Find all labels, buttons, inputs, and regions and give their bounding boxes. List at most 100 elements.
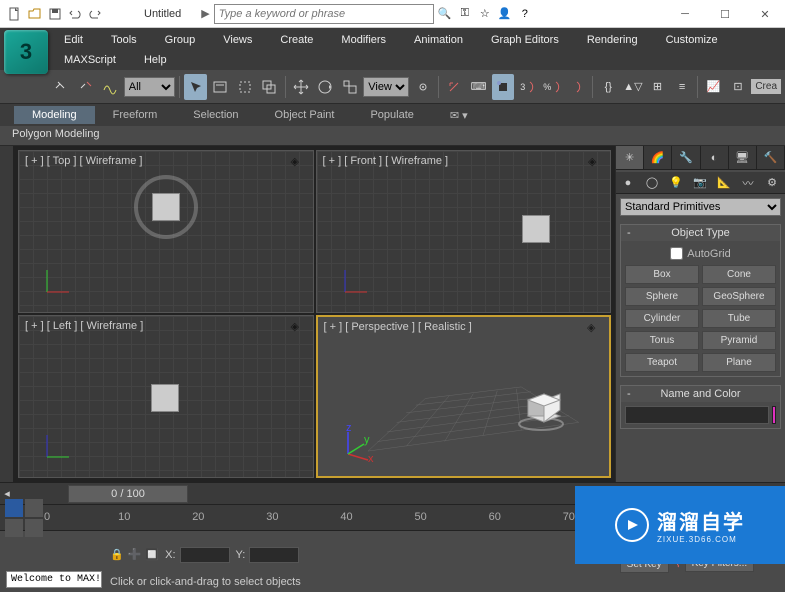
rollout-title[interactable]: -Object Type <box>621 225 780 241</box>
viewport-label[interactable]: [ + ] [ Front ] [ Wireframe ] <box>323 155 449 167</box>
link-icon[interactable] <box>50 74 73 100</box>
add-icon[interactable]: ➕ <box>128 548 142 561</box>
menu-create[interactable]: Create <box>266 30 327 50</box>
geosphere-button[interactable]: GeoSphere <box>702 287 776 306</box>
tube-button[interactable]: Tube <box>702 309 776 328</box>
layout-opt2-icon[interactable] <box>5 519 23 537</box>
unlink-icon[interactable] <box>75 74 98 100</box>
save-icon[interactable] <box>46 5 64 23</box>
lock-icon[interactable]: 🔒 <box>110 548 124 561</box>
refcoord-dropdown[interactable]: View <box>363 77 409 97</box>
undo-icon[interactable] <box>66 5 84 23</box>
create-tab-icon[interactable]: ✳ <box>616 146 644 169</box>
viewport-top[interactable]: [ + ] [ Top ] [ Wireframe ] ◈ <box>18 150 314 313</box>
helpers-icon[interactable]: 📐 <box>712 172 736 193</box>
viewcube-icon[interactable]: ◈ <box>291 155 309 173</box>
redo-icon[interactable] <box>86 5 104 23</box>
percent-snap-icon[interactable]: % <box>541 74 564 100</box>
time-slider-handle[interactable]: 0 / 100 <box>68 485 188 503</box>
utilities-tab-icon[interactable]: 🔨 <box>757 146 785 169</box>
tab-objectpaint[interactable]: Object Paint <box>257 106 353 124</box>
box-button[interactable]: Box <box>625 265 699 284</box>
schematic-icon[interactable]: ⊡ <box>727 74 750 100</box>
layout-opt3-icon[interactable] <box>25 519 43 537</box>
align-icon[interactable]: ⊞ <box>646 74 669 100</box>
user-icon[interactable]: 👤 <box>496 5 514 23</box>
spacewarps-icon[interactable]: 〰 <box>736 172 760 193</box>
viewport-label[interactable]: [ + ] [ Left ] [ Wireframe ] <box>25 320 143 332</box>
angle-snap-icon[interactable]: 3 <box>516 74 539 100</box>
select-object-icon[interactable] <box>184 74 207 100</box>
move-icon[interactable] <box>290 74 313 100</box>
app-logo-icon[interactable]: 3 <box>4 30 48 74</box>
named-selection-icon[interactable]: {} <box>597 74 620 100</box>
create-selection-label[interactable]: Crea <box>751 79 781 94</box>
layout-opt-icon[interactable] <box>25 499 43 517</box>
teapot-button[interactable]: Teapot <box>625 353 699 372</box>
star-icon[interactable]: ☆ <box>476 5 494 23</box>
menu-modifiers[interactable]: Modifiers <box>327 30 400 50</box>
viewport-front[interactable]: [ + ] [ Front ] [ Wireframe ] ◈ <box>316 150 612 313</box>
rotate-icon[interactable] <box>314 74 337 100</box>
cylinder-button[interactable]: Cylinder <box>625 309 699 328</box>
window-crossing-icon[interactable] <box>258 74 281 100</box>
menu-group[interactable]: Group <box>151 30 210 50</box>
menu-help[interactable]: Help <box>130 50 181 70</box>
display-tab-icon[interactable]: 🖥 <box>729 146 757 169</box>
open-file-icon[interactable] <box>26 5 44 23</box>
tab-populate[interactable]: Populate <box>352 106 431 124</box>
modify-tab-icon[interactable]: 🌈 <box>644 146 672 169</box>
category-dropdown[interactable]: Standard Primitives <box>620 198 781 216</box>
close-button[interactable]: ✕ <box>745 0 785 28</box>
maximize-button[interactable]: ☐ <box>705 0 745 28</box>
help-search-input[interactable] <box>214 4 434 24</box>
cone-button[interactable]: Cone <box>702 265 776 284</box>
layout-quad-icon[interactable] <box>5 499 23 517</box>
select-region-icon[interactable] <box>233 74 256 100</box>
menu-edit[interactable]: Edit <box>50 30 97 50</box>
tab-modeling[interactable]: Modeling <box>14 106 95 124</box>
viewcube-icon[interactable]: ◈ <box>587 321 605 339</box>
menu-animation[interactable]: Animation <box>400 30 477 50</box>
curve-editor-icon[interactable]: 📈 <box>702 74 725 100</box>
lights-icon[interactable]: 💡 <box>664 172 688 193</box>
sphere-button[interactable]: Sphere <box>625 287 699 306</box>
scale-icon[interactable] <box>339 74 362 100</box>
menu-maxscript[interactable]: MAXScript <box>50 50 130 70</box>
tab-selection[interactable]: Selection <box>175 106 256 124</box>
viewcube-icon[interactable]: ◈ <box>588 155 606 173</box>
pyramid-button[interactable]: Pyramid <box>702 331 776 350</box>
cameras-icon[interactable]: 📷 <box>688 172 712 193</box>
viewport-label[interactable]: [ + ] [ Top ] [ Wireframe ] <box>25 155 142 167</box>
menu-customize[interactable]: Customize <box>652 30 732 50</box>
help-icon[interactable]: ? <box>516 5 534 23</box>
systems-icon[interactable]: ⚙ <box>760 172 784 193</box>
minimize-button[interactable]: ─ <box>665 0 705 28</box>
manipulate-icon[interactable] <box>443 74 466 100</box>
geometry-icon[interactable]: ● <box>616 172 640 193</box>
pivot-icon[interactable] <box>411 74 434 100</box>
menu-grapheditors[interactable]: Graph Editors <box>477 30 573 50</box>
new-file-icon[interactable] <box>6 5 24 23</box>
keyboard-shortcut-icon[interactable]: ⌨ <box>467 74 490 100</box>
hierarchy-tab-icon[interactable]: 🔧 <box>672 146 700 169</box>
key-icon[interactable]: ⚿ <box>456 5 474 23</box>
menu-views[interactable]: Views <box>209 30 266 50</box>
viewport-perspective[interactable]: [ + ] [ Perspective ] [ Realistic ] ◈ zx… <box>316 315 612 478</box>
bind-icon[interactable] <box>99 74 122 100</box>
autogrid-checkbox[interactable] <box>670 247 683 260</box>
x-coord-input[interactable] <box>180 547 230 563</box>
spinner-snap-icon[interactable] <box>566 74 589 100</box>
rollout-title[interactable]: -Name and Color <box>621 386 780 402</box>
shapes-icon[interactable]: ◯ <box>640 172 664 193</box>
object-color-swatch[interactable] <box>772 406 776 424</box>
menu-tools[interactable]: Tools <box>97 30 151 50</box>
object-name-input[interactable] <box>625 406 769 424</box>
menu-rendering[interactable]: Rendering <box>573 30 652 50</box>
binoculars-icon[interactable]: 🔍 <box>436 5 454 23</box>
y-coord-input[interactable] <box>249 547 299 563</box>
mirror-icon[interactable]: ▲▽ <box>622 74 645 100</box>
maxscript-listener[interactable]: Welcome to MAX! <box>6 571 102 588</box>
selection-filter-dropdown[interactable]: All <box>124 77 176 97</box>
viewport-left[interactable]: [ + ] [ Left ] [ Wireframe ] ◈ <box>18 315 314 478</box>
